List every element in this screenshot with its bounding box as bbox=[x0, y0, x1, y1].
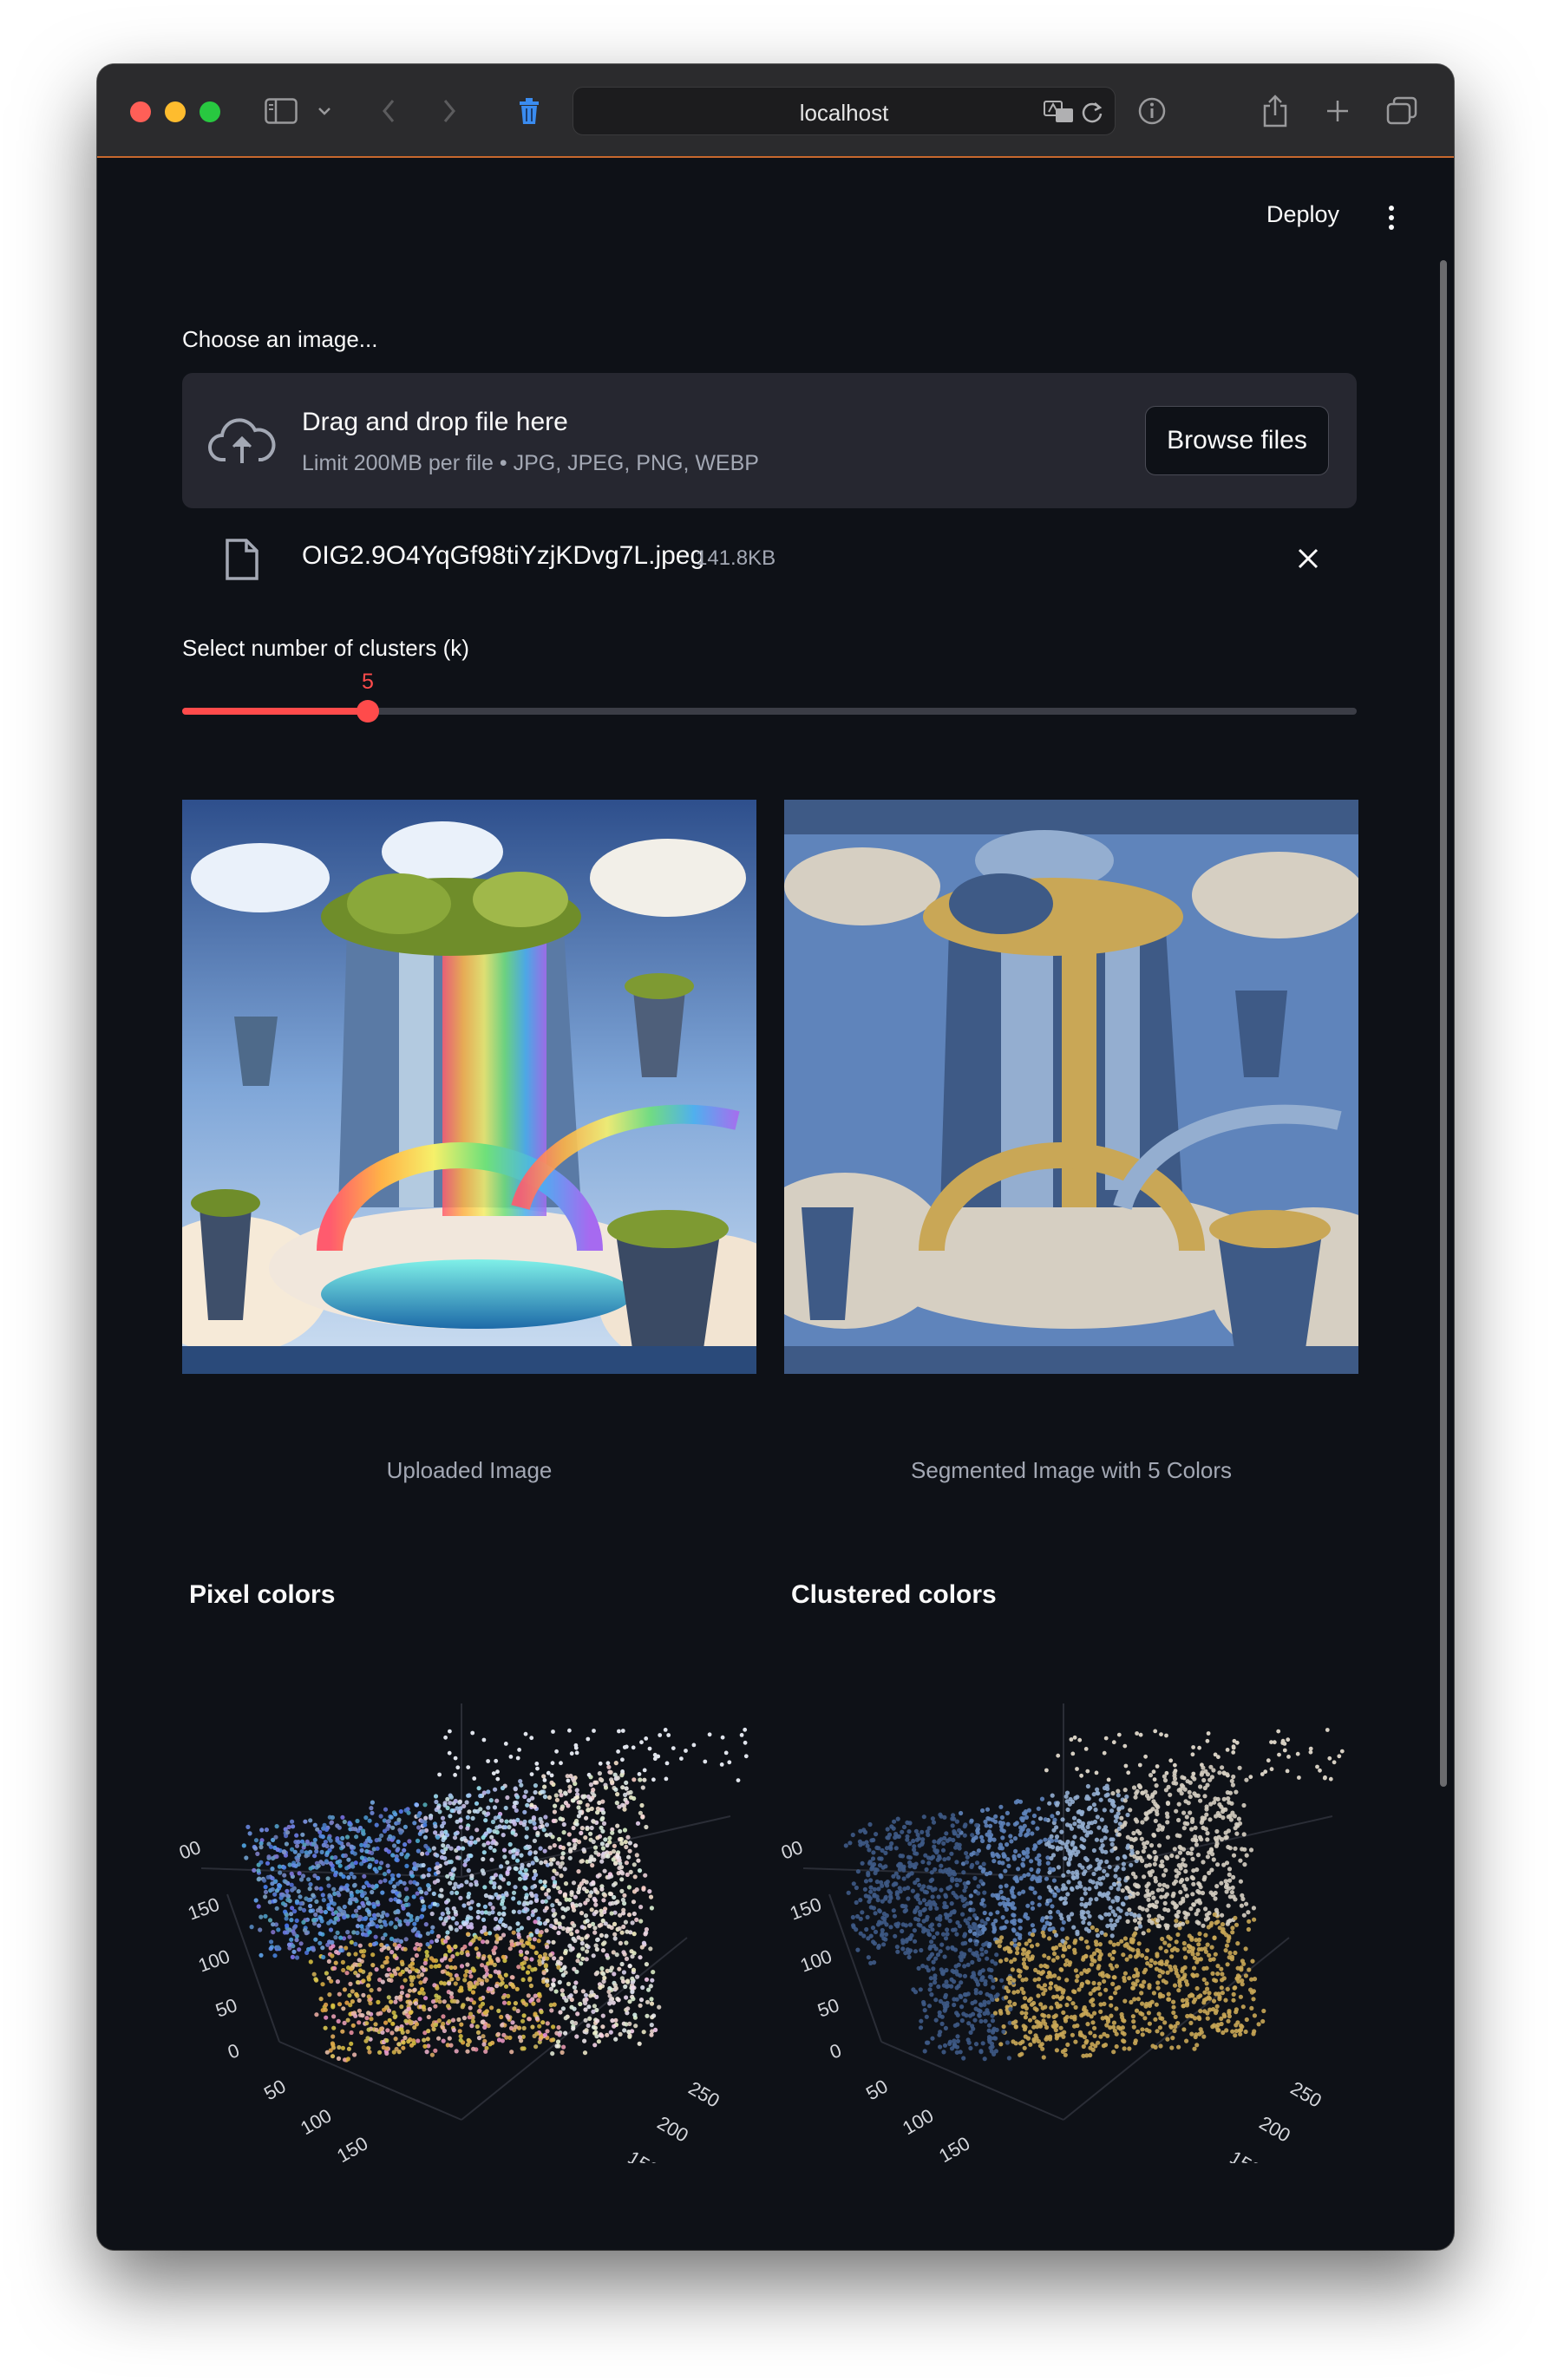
share-icon[interactable] bbox=[1258, 90, 1292, 132]
new-tab-icon[interactable] bbox=[1320, 90, 1355, 132]
main-menu-icon[interactable] bbox=[1381, 203, 1402, 234]
axis-tick-label: 250 bbox=[685, 2077, 723, 2112]
pixel-colors-3d-plot[interactable]: 0015010050050100150250200150 bbox=[175, 1677, 765, 2181]
uploader-label: Choose an image... bbox=[182, 326, 378, 352]
url-text: localhost bbox=[799, 100, 889, 126]
axis-tick-label: 150 bbox=[333, 2132, 371, 2163]
scatter-points bbox=[241, 1727, 749, 2063]
slider-fill bbox=[182, 708, 368, 715]
cluster-slider[interactable] bbox=[182, 700, 1357, 722]
browser-toolbar: localhost bbox=[97, 64, 1454, 158]
axis-tick-label: 50 bbox=[862, 2075, 892, 2104]
back-arrow-icon[interactable] bbox=[375, 90, 402, 132]
uploaded-file-size: 141.8KB bbox=[696, 546, 776, 570]
uploaded-image-caption: Uploaded Image bbox=[386, 1457, 553, 1483]
axis-tick-label: 200 bbox=[654, 2112, 692, 2147]
file-icon bbox=[224, 538, 260, 585]
forward-arrow-icon[interactable] bbox=[435, 90, 463, 132]
axis-tick-label: 100 bbox=[797, 1945, 834, 1977]
uploaded-file-name: OIG2.9O4YqGf98tiYzjKDvg7L.jpeg bbox=[302, 541, 705, 570]
chevron-down-icon[interactable] bbox=[314, 90, 335, 132]
axis-tick-label: 150 bbox=[1227, 2147, 1265, 2163]
file-dropzone[interactable]: Drag and drop file here Limit 200MB per … bbox=[182, 373, 1357, 508]
scatter-points bbox=[843, 1728, 1345, 2062]
clustered-colors-3d-plot[interactable]: 0015010050050100150250200150 bbox=[777, 1677, 1367, 2181]
axis-tick-label: 0 bbox=[225, 2039, 242, 2063]
browser-window: localhost Deploy Choose an image... Drag… bbox=[97, 64, 1454, 2250]
info-icon[interactable] bbox=[1135, 90, 1169, 132]
trash-extension-icon[interactable] bbox=[514, 90, 545, 132]
axis-tick-label: 150 bbox=[787, 1893, 824, 1925]
page-scrollbar[interactable] bbox=[1440, 260, 1447, 1787]
axis-tick-label: 150 bbox=[625, 2147, 663, 2163]
slider-current-value: 5 bbox=[361, 670, 374, 694]
maximize-window-button[interactable] bbox=[200, 101, 220, 122]
clustered-colors-title: Clustered colors bbox=[791, 1580, 997, 1609]
tab-overview-icon[interactable] bbox=[1383, 90, 1421, 132]
axis-tick-label: 100 bbox=[297, 2104, 335, 2139]
translate-icon[interactable] bbox=[1042, 91, 1077, 133]
close-window-button[interactable] bbox=[130, 101, 151, 122]
deploy-button[interactable]: Deploy bbox=[1266, 201, 1339, 228]
axis-tick-label: 150 bbox=[185, 1893, 222, 1925]
pixel-colors-title: Pixel colors bbox=[189, 1580, 336, 1609]
plot-axes bbox=[200, 1703, 731, 2121]
axis-tick-label: 100 bbox=[195, 1945, 232, 1977]
uploaded-image bbox=[182, 800, 756, 1374]
remove-file-icon[interactable] bbox=[1296, 546, 1320, 575]
axis-tick-label: 150 bbox=[935, 2132, 973, 2163]
browse-files-button[interactable]: Browse files bbox=[1145, 406, 1329, 475]
axis-tick-label: 50 bbox=[260, 2075, 290, 2104]
dropzone-subtitle: Limit 200MB per file • JPG, JPEG, PNG, W… bbox=[302, 451, 759, 475]
dropzone-title: Drag and drop file here bbox=[302, 408, 568, 436]
segmented-image-caption: Segmented Image with 5 Colors bbox=[911, 1457, 1232, 1483]
address-bar[interactable]: localhost bbox=[573, 87, 1116, 135]
slider-label: Select number of clusters (k) bbox=[182, 635, 469, 661]
axis-tick-label: 50 bbox=[213, 1994, 240, 2022]
minimize-window-button[interactable] bbox=[165, 101, 186, 122]
axis-tick-label: 100 bbox=[899, 2104, 937, 2139]
slider-thumb[interactable] bbox=[356, 700, 379, 722]
reload-icon[interactable] bbox=[1078, 91, 1106, 133]
axis-tick-label: 00 bbox=[176, 1836, 204, 1864]
axis-tick-label: 200 bbox=[1256, 2112, 1294, 2147]
axis-tick-label: 250 bbox=[1287, 2077, 1325, 2112]
axis-tick-label: 0 bbox=[827, 2039, 844, 2063]
axis-tick-label: 50 bbox=[815, 1994, 842, 2022]
plot-axes bbox=[802, 1703, 1333, 2121]
axis-tick-label: 00 bbox=[778, 1836, 806, 1864]
segmented-image bbox=[784, 800, 1358, 1374]
cloud-upload-icon bbox=[208, 415, 276, 471]
sidebar-toggle-icon[interactable] bbox=[262, 90, 300, 132]
